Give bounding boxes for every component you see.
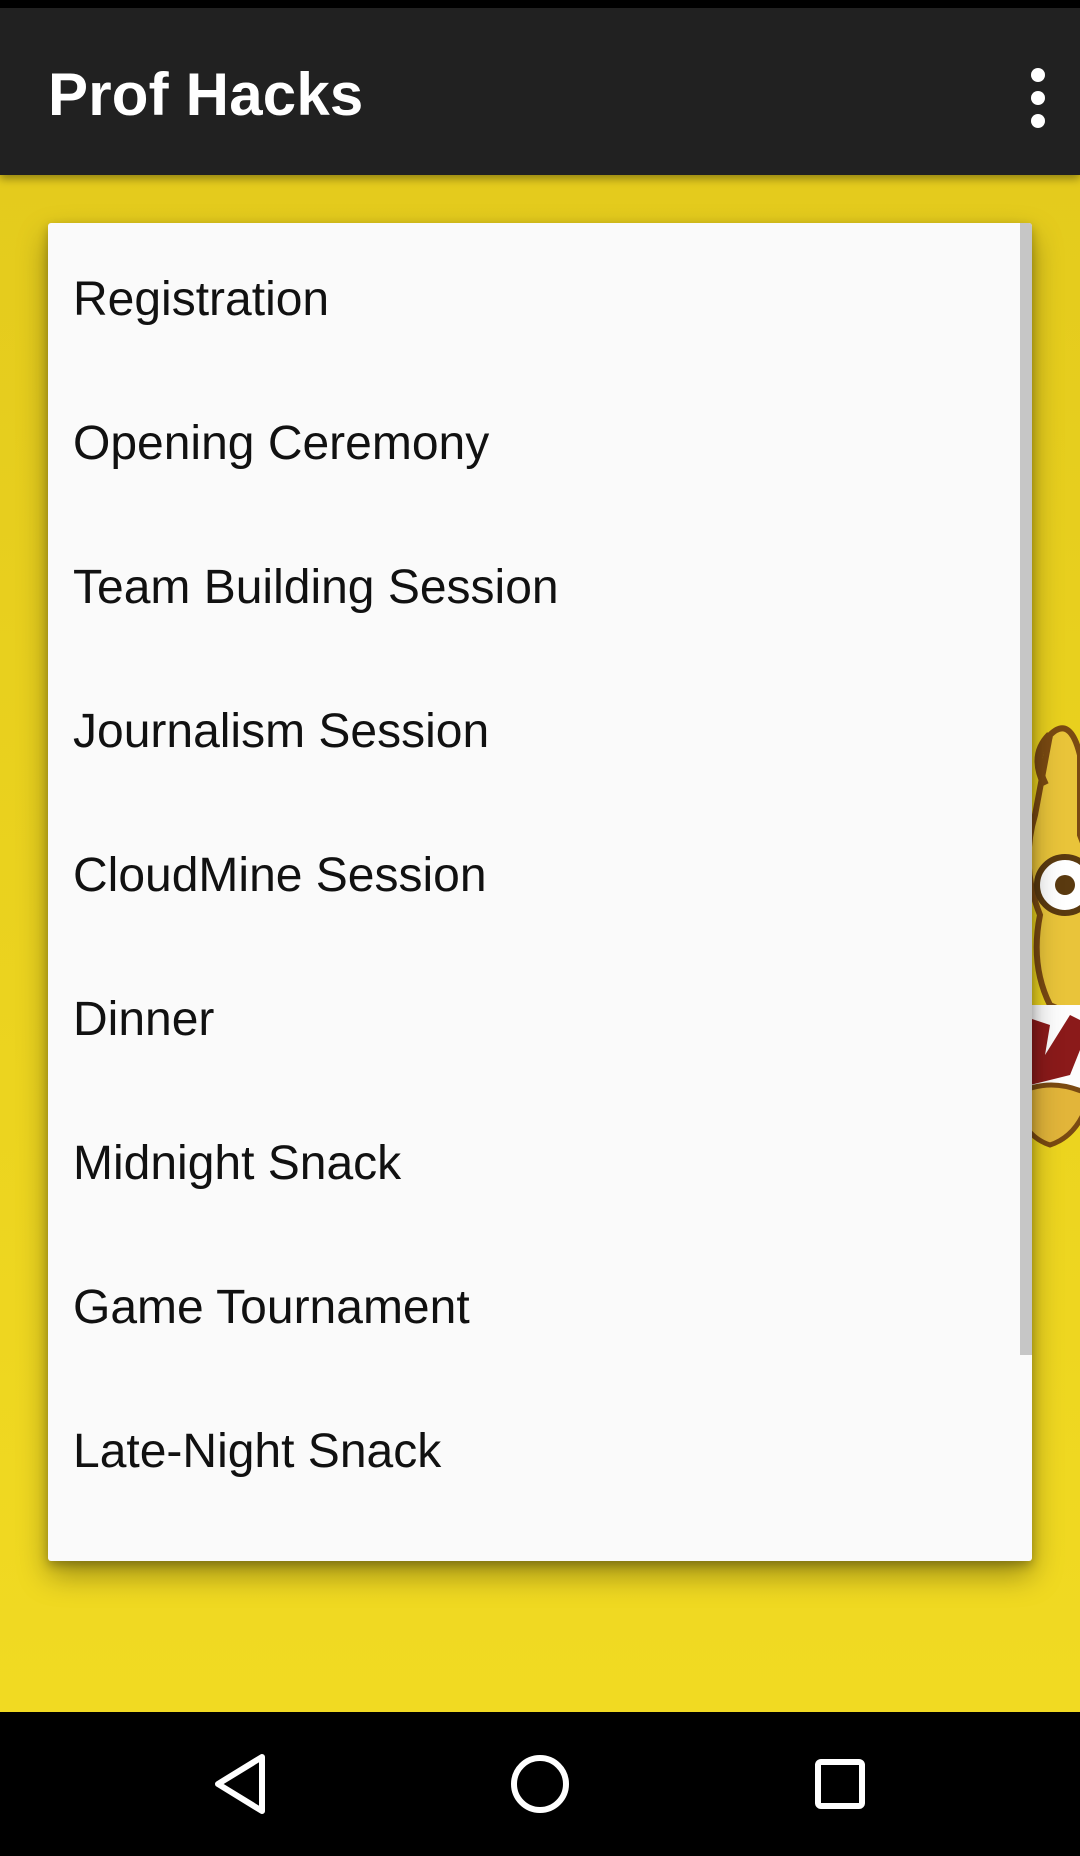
- list-item[interactable]: Journalism Session: [48, 659, 1032, 803]
- list-item[interactable]: Dinner: [48, 947, 1032, 1091]
- recents-square-icon[interactable]: [790, 1734, 890, 1834]
- list-item[interactable]: Team Building Session: [48, 515, 1032, 659]
- more-vert-icon[interactable]: [1006, 46, 1070, 150]
- list-item[interactable]: Registration: [48, 223, 1032, 371]
- home-circle-icon[interactable]: [490, 1734, 590, 1834]
- status-bar: [0, 0, 1080, 8]
- list-item[interactable]: CloudMine Session: [48, 803, 1032, 947]
- scrollbar[interactable]: [1020, 223, 1032, 1355]
- schedule-list: Registration Opening Ceremony Team Build…: [48, 223, 1032, 1561]
- list-item[interactable]: Opening Ceremony: [48, 371, 1032, 515]
- navigation-bar: [0, 1712, 1080, 1856]
- back-triangle-icon[interactable]: [190, 1734, 290, 1834]
- list-item[interactable]: Late-Night Snack: [48, 1379, 1032, 1523]
- list-item[interactable]: Game Tournament: [48, 1235, 1032, 1379]
- main-content: Registration Opening Ceremony Team Build…: [0, 175, 1080, 1712]
- app-bar: Prof Hacks: [0, 8, 1080, 175]
- app-title: Prof Hacks: [48, 61, 364, 128]
- list-item[interactable]: Midnight Snack: [48, 1091, 1032, 1235]
